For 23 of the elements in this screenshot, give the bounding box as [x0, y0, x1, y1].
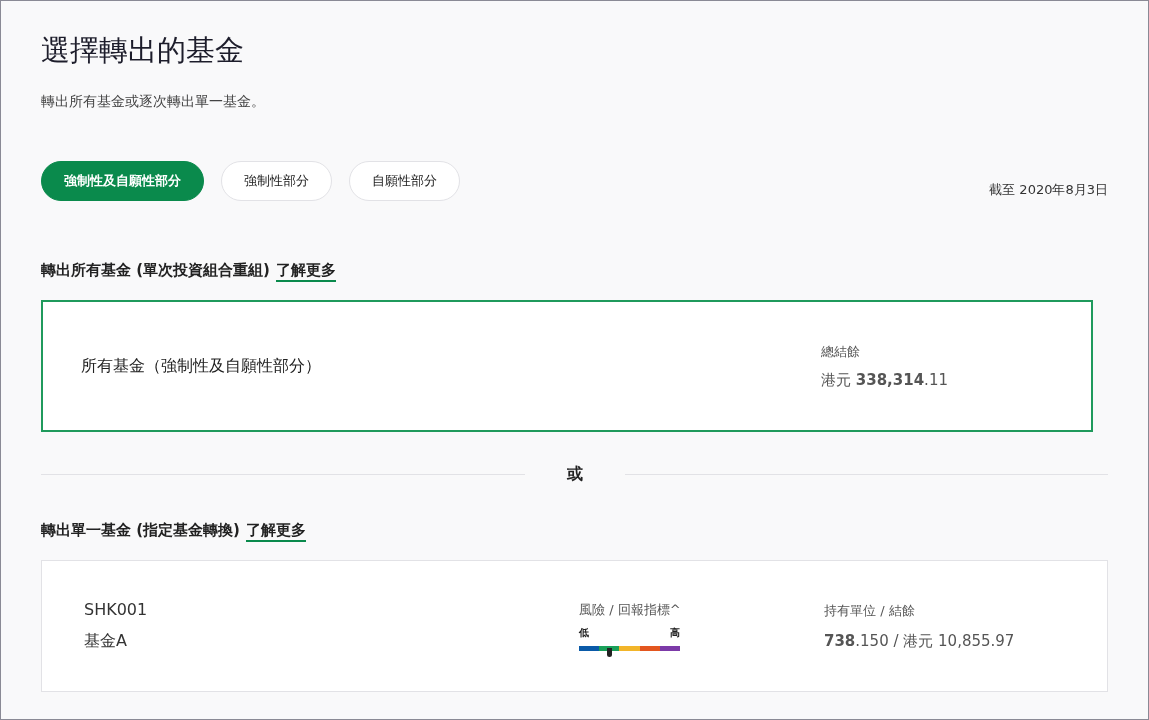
- fund-card[interactable]: SHK001 基金A 風險 / 回報指標^ 低 高 持有單位 / 結餘 738.150 / 港元 10,855.97: [41, 560, 1108, 692]
- learn-more-link[interactable]: 了解更多: [245, 521, 306, 542]
- high-label: 高: [670, 627, 680, 638]
- page-subtitle: 轉出所有基金或逐次轉出單一基金。: [41, 93, 266, 111]
- or-divider-text: 或: [565, 464, 584, 485]
- page-title: 選擇轉出的基金: [41, 32, 245, 69]
- section-tab[interactable]: 自願性部分: [349, 161, 460, 201]
- holdings-value: 738.150 / 港元 10,855.97: [824, 631, 1015, 651]
- low-label: 低: [579, 627, 589, 638]
- all-funds-name: 所有基金（強制性及自願性部分）: [80, 355, 322, 377]
- fund-code: SHK001: [84, 600, 149, 619]
- section-tab[interactable]: 強制性部分: [221, 161, 332, 201]
- section-heading: 轉出單一基金 (指定基金轉換): [41, 521, 240, 540]
- fund-name: 基金A: [84, 631, 128, 652]
- all-funds-card[interactable]: 所有基金（強制性及自願性部分） 總結餘 港元 338,314.11: [41, 300, 1093, 432]
- total-balance: 港元 338,314.11: [821, 370, 949, 390]
- balance-label: 總結餘: [821, 342, 861, 361]
- section-tab[interactable]: 強制性及自願性部分: [41, 161, 204, 201]
- as-of-date: 截至 2020年8月3日: [989, 181, 1108, 199]
- holdings-label: 持有單位 / 結餘: [824, 601, 916, 620]
- risk-label: 風險 / 回報指標^: [579, 601, 682, 619]
- section-heading: 轉出所有基金 (單次投資組合重組): [41, 261, 270, 280]
- learn-more-link[interactable]: 了解更多: [275, 261, 336, 282]
